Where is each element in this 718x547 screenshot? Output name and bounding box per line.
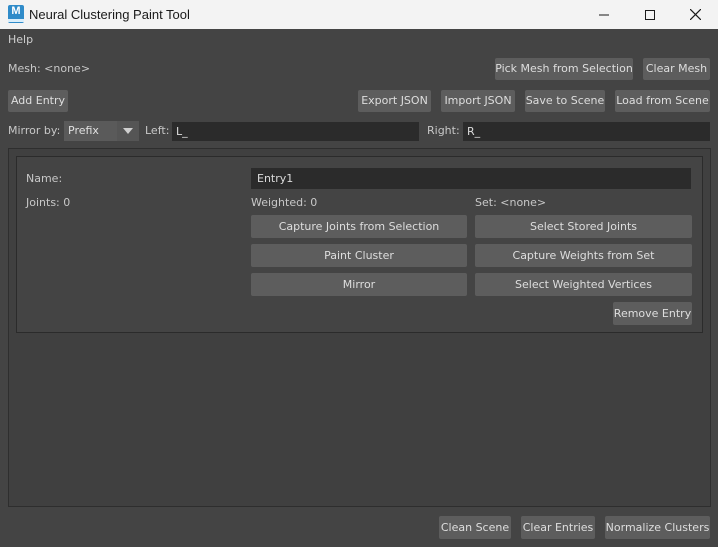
mesh-label: Mesh: <none> [8,62,91,75]
set-label: Set: <none> [475,196,547,209]
window-title: Neural Clustering Paint Tool [29,7,190,22]
normalize-clusters-button[interactable]: Normalize Clusters [605,516,710,539]
mirror-mode-value: Prefix [68,124,99,137]
close-icon [689,9,701,20]
clear-mesh-button[interactable]: Clear Mesh [643,58,710,80]
add-entry-button[interactable]: Add Entry [8,90,68,112]
weighted-count-label: Weighted: 0 [251,196,318,209]
capture-joints-button[interactable]: Capture Joints from Selection [251,215,467,238]
capture-weights-button[interactable]: Capture Weights from Set [475,244,692,267]
close-button[interactable] [672,0,718,29]
pick-mesh-button[interactable]: Pick Mesh from Selection [495,58,633,80]
paint-cluster-button[interactable]: Paint Cluster [251,244,467,267]
app-logo-letter: M [11,5,21,17]
mirror-button[interactable]: Mirror [251,273,467,296]
remove-entry-button[interactable]: Remove Entry [613,302,692,325]
entry-name-label: Name: [26,172,63,185]
maximize-icon [645,9,655,20]
app-logo-icon: M [8,5,24,23]
right-label: Right: [427,124,460,137]
joints-count-label: Joints: 0 [26,196,71,209]
minimize-button[interactable] [581,0,627,29]
select-stored-joints-button[interactable]: Select Stored Joints [475,215,692,238]
minimize-icon [599,14,609,15]
entry-name-input[interactable]: Entry1 [251,168,691,189]
mirror-mode-select[interactable]: Prefix [64,121,139,141]
chevron-down-icon [117,121,139,141]
menu-help[interactable]: Help [8,33,33,47]
left-prefix-input[interactable]: L_ [172,122,419,141]
maximize-button[interactable] [627,0,673,29]
save-to-scene-button[interactable]: Save to Scene [525,90,605,112]
left-label: Left: [145,124,170,137]
right-prefix-input[interactable]: R_ [463,122,710,141]
import-json-button[interactable]: Import JSON [441,90,515,112]
title-bar: M Neural Clustering Paint Tool [0,0,718,29]
load-from-scene-button[interactable]: Load from Scene [615,90,710,112]
clean-scene-button[interactable]: Clean Scene [439,516,511,539]
mirror-by-label: Mirror by: [8,124,61,137]
export-json-button[interactable]: Export JSON [358,90,431,112]
clear-entries-button[interactable]: Clear Entries [521,516,595,539]
select-weighted-vertices-button[interactable]: Select Weighted Vertices [475,273,692,296]
